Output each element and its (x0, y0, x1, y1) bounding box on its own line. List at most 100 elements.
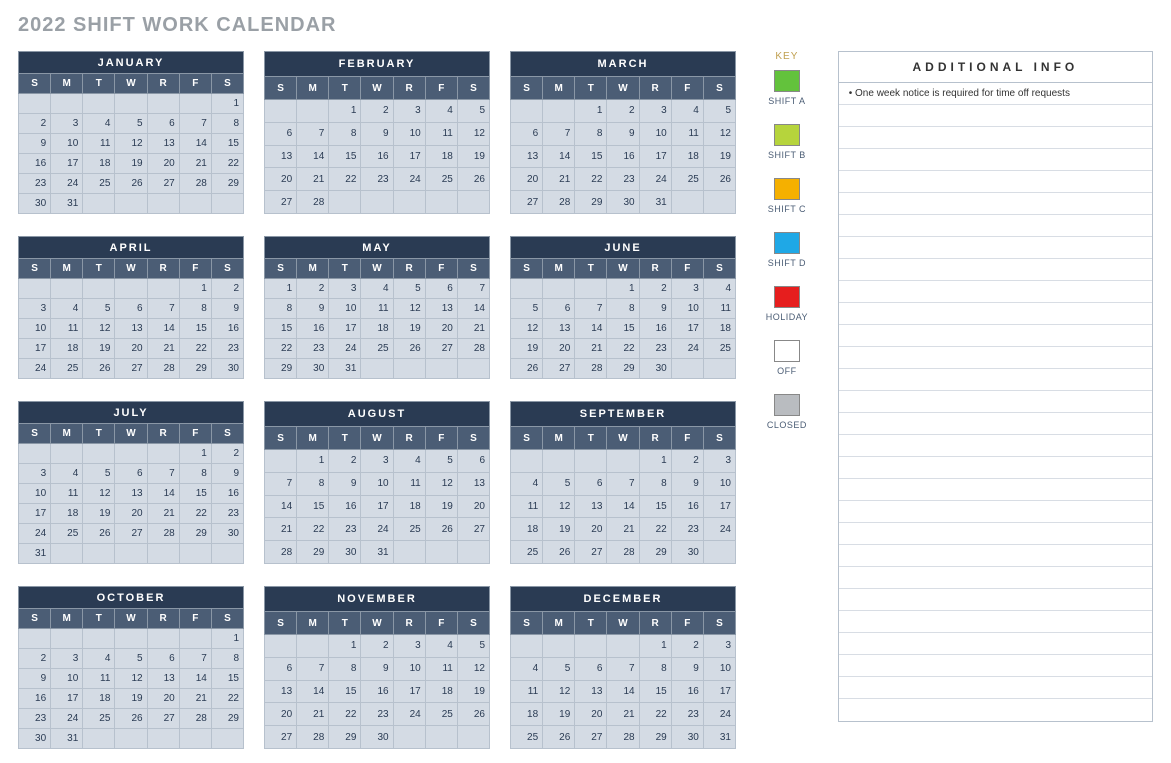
day-cell[interactable]: 4 (511, 657, 543, 680)
day-cell[interactable] (393, 359, 425, 379)
day-cell[interactable] (51, 544, 83, 564)
day-cell[interactable]: 27 (543, 359, 575, 379)
day-cell[interactable]: 14 (147, 484, 179, 504)
day-cell[interactable]: 16 (671, 495, 703, 518)
day-cell[interactable]: 18 (393, 495, 425, 518)
day-cell[interactable]: 2 (607, 99, 639, 122)
day-cell[interactable]: 16 (639, 319, 671, 339)
info-row[interactable] (839, 435, 1152, 457)
day-cell[interactable]: 22 (211, 689, 243, 709)
day-cell[interactable]: 19 (543, 518, 575, 541)
day-cell[interactable] (511, 99, 543, 122)
day-cell[interactable]: 10 (51, 669, 83, 689)
day-cell[interactable]: 7 (607, 657, 639, 680)
day-cell[interactable]: 18 (703, 319, 735, 339)
day-cell[interactable]: 25 (671, 168, 703, 191)
day-cell[interactable]: 23 (607, 168, 639, 191)
day-cell[interactable] (575, 279, 607, 299)
day-cell[interactable]: 24 (51, 709, 83, 729)
day-cell[interactable] (83, 629, 115, 649)
day-cell[interactable]: 24 (361, 518, 393, 541)
day-cell[interactable]: 18 (361, 319, 393, 339)
day-cell[interactable]: 29 (639, 541, 671, 564)
day-cell[interactable]: 7 (297, 122, 329, 145)
day-cell[interactable]: 5 (543, 472, 575, 495)
day-cell[interactable] (147, 194, 179, 214)
day-cell[interactable]: 29 (211, 174, 243, 194)
info-row[interactable] (839, 149, 1152, 171)
info-row[interactable]: • One week notice is required for time o… (839, 83, 1152, 105)
day-cell[interactable] (511, 449, 543, 472)
day-cell[interactable] (179, 729, 211, 749)
day-cell[interactable] (115, 94, 147, 114)
day-cell[interactable]: 16 (607, 145, 639, 168)
day-cell[interactable] (51, 279, 83, 299)
day-cell[interactable] (511, 279, 543, 299)
day-cell[interactable]: 14 (543, 145, 575, 168)
day-cell[interactable] (703, 191, 735, 214)
day-cell[interactable]: 12 (457, 657, 489, 680)
day-cell[interactable]: 20 (147, 689, 179, 709)
day-cell[interactable]: 27 (115, 359, 147, 379)
day-cell[interactable]: 14 (179, 669, 211, 689)
day-cell[interactable]: 25 (393, 518, 425, 541)
day-cell[interactable]: 25 (511, 541, 543, 564)
day-cell[interactable]: 25 (511, 726, 543, 749)
day-cell[interactable]: 15 (211, 134, 243, 154)
day-cell[interactable]: 20 (265, 703, 297, 726)
day-cell[interactable]: 11 (361, 299, 393, 319)
info-row[interactable] (839, 369, 1152, 391)
day-cell[interactable]: 3 (19, 464, 51, 484)
day-cell[interactable]: 21 (179, 689, 211, 709)
day-cell[interactable] (147, 544, 179, 564)
day-cell[interactable] (147, 629, 179, 649)
day-cell[interactable]: 8 (265, 299, 297, 319)
day-cell[interactable] (703, 359, 735, 379)
day-cell[interactable]: 18 (51, 504, 83, 524)
day-cell[interactable]: 31 (703, 726, 735, 749)
day-cell[interactable]: 28 (297, 726, 329, 749)
day-cell[interactable]: 6 (115, 299, 147, 319)
day-cell[interactable]: 30 (297, 359, 329, 379)
day-cell[interactable] (265, 634, 297, 657)
day-cell[interactable]: 23 (211, 504, 243, 524)
day-cell[interactable]: 24 (671, 339, 703, 359)
day-cell[interactable]: 8 (607, 299, 639, 319)
info-row[interactable] (839, 215, 1152, 237)
day-cell[interactable]: 4 (703, 279, 735, 299)
day-cell[interactable]: 4 (425, 634, 457, 657)
day-cell[interactable]: 28 (297, 191, 329, 214)
day-cell[interactable]: 18 (83, 689, 115, 709)
day-cell[interactable]: 25 (83, 174, 115, 194)
day-cell[interactable]: 24 (393, 168, 425, 191)
day-cell[interactable] (179, 194, 211, 214)
day-cell[interactable]: 3 (671, 279, 703, 299)
day-cell[interactable] (361, 191, 393, 214)
day-cell[interactable]: 23 (671, 518, 703, 541)
day-cell[interactable]: 24 (19, 524, 51, 544)
day-cell[interactable] (83, 544, 115, 564)
day-cell[interactable]: 15 (607, 319, 639, 339)
day-cell[interactable]: 18 (425, 680, 457, 703)
day-cell[interactable]: 11 (511, 680, 543, 703)
day-cell[interactable]: 23 (19, 709, 51, 729)
day-cell[interactable]: 2 (639, 279, 671, 299)
day-cell[interactable]: 24 (19, 359, 51, 379)
day-cell[interactable]: 20 (425, 319, 457, 339)
day-cell[interactable]: 13 (457, 472, 489, 495)
day-cell[interactable]: 27 (115, 524, 147, 544)
day-cell[interactable]: 12 (457, 122, 489, 145)
day-cell[interactable]: 3 (703, 449, 735, 472)
day-cell[interactable]: 15 (211, 669, 243, 689)
day-cell[interactable]: 28 (179, 174, 211, 194)
day-cell[interactable]: 4 (425, 99, 457, 122)
day-cell[interactable]: 20 (115, 339, 147, 359)
day-cell[interactable]: 7 (575, 299, 607, 319)
day-cell[interactable]: 12 (543, 680, 575, 703)
day-cell[interactable]: 26 (425, 518, 457, 541)
day-cell[interactable]: 26 (543, 541, 575, 564)
day-cell[interactable]: 5 (393, 279, 425, 299)
day-cell[interactable]: 19 (115, 689, 147, 709)
day-cell[interactable]: 29 (297, 541, 329, 564)
day-cell[interactable]: 2 (211, 444, 243, 464)
